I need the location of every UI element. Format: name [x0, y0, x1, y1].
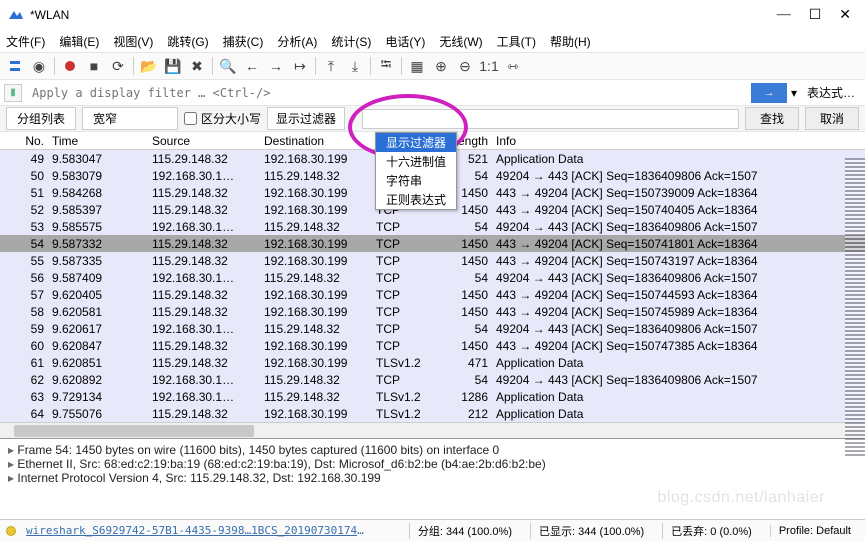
menu-item[interactable]: 电话(Y): [385, 33, 425, 50]
menu-item[interactable]: 跳转(G): [167, 33, 208, 50]
menu-item[interactable]: 捕获(C): [223, 33, 264, 50]
next-icon[interactable]: →: [265, 55, 287, 77]
detail-line[interactable]: Internet Protocol Version 4, Src: 115.29…: [8, 471, 857, 485]
app-icon: [8, 7, 24, 23]
case-sensitive-checkbox[interactable]: 区分大小写: [184, 110, 261, 127]
display-filter-input[interactable]: [26, 83, 747, 103]
packet-row[interactable]: 539.585575192.168.30.1…115.29.148.32TCP5…: [0, 218, 865, 235]
menu-item[interactable]: 统计(S): [331, 33, 371, 50]
colorize-icon[interactable]: ▦: [406, 55, 428, 77]
find-button[interactable]: 查找: [745, 107, 799, 130]
search-width-dropdown[interactable]: 宽窄: [82, 107, 178, 130]
first-packet-icon[interactable]: ⤒: [320, 55, 342, 77]
capture-options-icon[interactable]: ◉: [28, 55, 50, 77]
menu-item[interactable]: 编辑(E): [59, 33, 99, 50]
maximize-button[interactable]: ☐: [809, 7, 822, 24]
detail-line[interactable]: Frame 54: 1450 bytes on wire (11600 bits…: [8, 443, 857, 457]
save-file-icon[interactable]: 💾: [162, 55, 184, 77]
packet-row[interactable]: 559.587335115.29.148.32192.168.30.199TCP…: [0, 252, 865, 269]
menu-item[interactable]: 视图(V): [113, 33, 153, 50]
packet-row[interactable]: 549.587332115.29.148.32192.168.30.199TCP…: [0, 235, 865, 252]
start-capture-icon[interactable]: [59, 55, 81, 77]
goto-icon[interactable]: ↦: [289, 55, 311, 77]
main-toolbar: ◉ ■ ⟳ 📂 💾 ✖ 🔍 ← → ↦ ⤒ ⤓ ⭾ ▦ ⊕ ⊖ 1:1 ⇿: [0, 52, 865, 80]
close-button[interactable]: ✕: [839, 7, 851, 24]
col-no[interactable]: No.: [0, 134, 48, 148]
packet-row[interactable]: 649.755076115.29.148.32192.168.30.199TLS…: [0, 405, 865, 422]
interfaces-icon[interactable]: [4, 55, 26, 77]
chevron-down-icon[interactable]: ▾: [351, 113, 356, 124]
packet-row[interactable]: 619.620851115.29.148.32192.168.30.199TLS…: [0, 354, 865, 371]
capture-file-link[interactable]: wireshark_S6929742-57B1-4435-9398…1BCS_2…: [26, 524, 366, 537]
col-destination[interactable]: Destination: [260, 134, 372, 148]
packet-details-pane[interactable]: Frame 54: 1450 bytes on wire (11600 bits…: [0, 438, 865, 516]
dropdown-option[interactable]: 正则表达式: [376, 190, 456, 209]
packet-row[interactable]: 629.620892192.168.30.1…115.29.148.32TCP5…: [0, 371, 865, 388]
horizontal-scrollbar[interactable]: [0, 422, 865, 438]
col-time[interactable]: Time: [48, 134, 148, 148]
cancel-button[interactable]: 取消: [805, 107, 859, 130]
col-source[interactable]: Source: [148, 134, 260, 148]
col-info[interactable]: Info: [492, 134, 865, 148]
case-label: 区分大小写: [201, 110, 261, 127]
minimap-scrollbar[interactable]: [845, 158, 865, 458]
apply-filter-button[interactable]: →: [751, 83, 787, 103]
zoom-out-icon[interactable]: ⊖: [454, 55, 476, 77]
packet-row[interactable]: 639.729134192.168.30.1…115.29.148.32TLSv…: [0, 388, 865, 405]
packet-row[interactable]: 609.620847115.29.148.32192.168.30.199TCP…: [0, 337, 865, 354]
status-packets: 分组: 344 (100.0%): [409, 523, 520, 539]
window-title: *WLAN: [30, 8, 777, 22]
search-scope-dropdown[interactable]: 分组列表: [6, 107, 76, 130]
minimize-button[interactable]: —: [777, 7, 791, 24]
dropdown-option[interactable]: 十六进制值: [376, 152, 456, 171]
menu-item[interactable]: 分析(A): [277, 33, 317, 50]
dropdown-option[interactable]: 字符串: [376, 171, 456, 190]
restart-capture-icon[interactable]: ⟳: [107, 55, 129, 77]
stop-capture-icon[interactable]: ■: [83, 55, 105, 77]
menu-item[interactable]: 文件(F): [6, 33, 45, 50]
search-input[interactable]: [362, 109, 739, 129]
find-icon[interactable]: 🔍: [217, 55, 239, 77]
expression-button[interactable]: 表达式…: [801, 84, 861, 101]
menu-item[interactable]: 帮助(H): [550, 33, 591, 50]
prev-icon[interactable]: ←: [241, 55, 263, 77]
zoom-reset-icon[interactable]: 1:1: [478, 55, 500, 77]
menu-item[interactable]: 无线(W): [439, 33, 482, 50]
dropdown-icon[interactable]: ▾: [791, 86, 797, 100]
detail-line[interactable]: Ethernet II, Src: 68:ed:c2:19:ba:19 (68:…: [8, 457, 857, 471]
packet-row[interactable]: 589.620581115.29.148.32192.168.30.199TCP…: [0, 303, 865, 320]
expert-info-icon[interactable]: [6, 526, 16, 536]
packet-row[interactable]: 579.620405115.29.148.32192.168.30.199TCP…: [0, 286, 865, 303]
status-profile[interactable]: Profile: Default: [770, 525, 859, 537]
search-type-dropdown[interactable]: 显示过滤器: [267, 107, 345, 130]
packet-row[interactable]: 569.587409192.168.30.1…115.29.148.32TCP5…: [0, 269, 865, 286]
status-displayed: 已显示: 344 (100.0%): [530, 523, 652, 539]
dropdown-option[interactable]: 显示过滤器: [376, 133, 456, 152]
menu-item[interactable]: 工具(T): [497, 33, 536, 50]
autoscroll-icon[interactable]: ⭾: [375, 55, 397, 77]
resize-columns-icon[interactable]: ⇿: [502, 55, 524, 77]
packet-row[interactable]: 599.620617192.168.30.1…115.29.148.32TCP5…: [0, 320, 865, 337]
zoom-in-icon[interactable]: ⊕: [430, 55, 452, 77]
status-dropped: 已丢弃: 0 (0.0%): [662, 523, 760, 539]
close-file-icon[interactable]: ✖: [186, 55, 208, 77]
filter-bookmark-icon[interactable]: ▮: [4, 84, 22, 102]
last-packet-icon[interactable]: ⤓: [344, 55, 366, 77]
open-file-icon[interactable]: 📂: [138, 55, 160, 77]
